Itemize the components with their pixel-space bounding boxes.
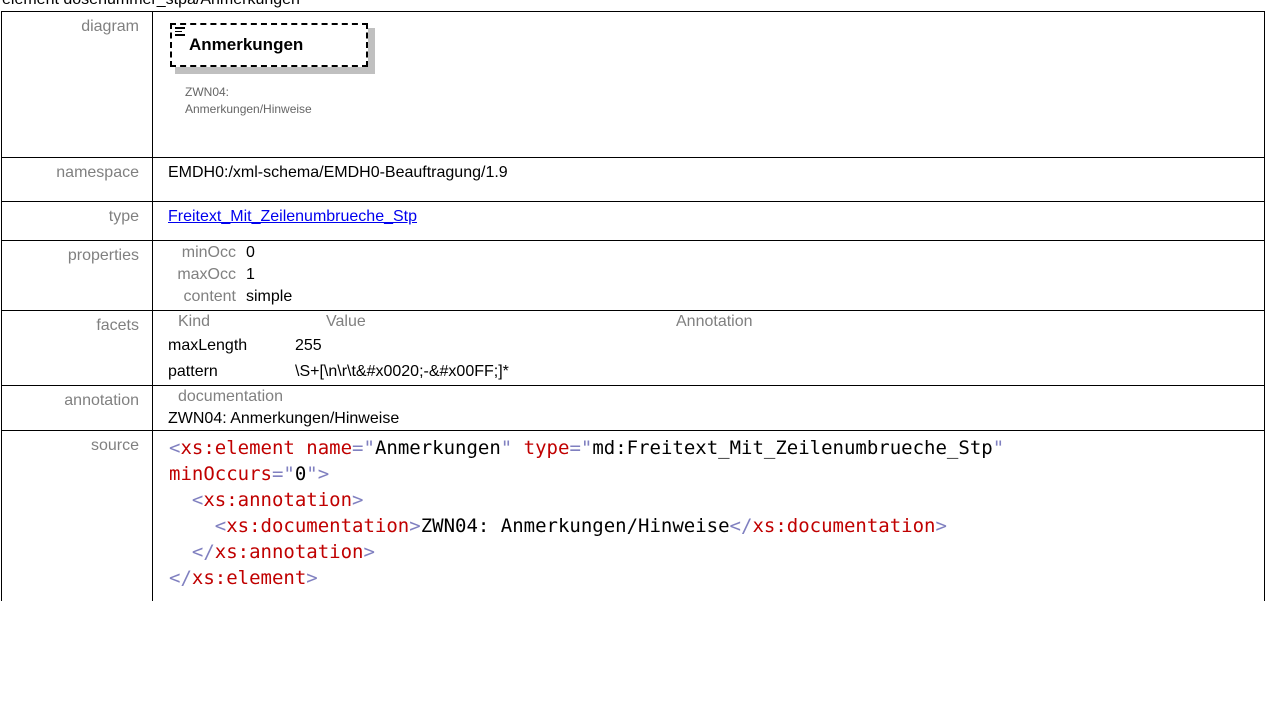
diagram-node-name: Anmerkungen	[189, 35, 304, 54]
properties-label: properties	[1, 240, 153, 311]
source-code: <xs:element name="Anmerkungen" type="md:…	[169, 437, 1005, 589]
property-value: simple	[246, 288, 293, 305]
diagram-element-node[interactable]: Anmerkungen	[170, 23, 380, 76]
property-row: minOcc 0	[168, 242, 1264, 264]
annotation-text: ZWN04: Anmerkungen/Hinweise	[168, 410, 400, 427]
facets-label: facets	[1, 310, 153, 386]
properties-row: properties minOcc 0 maxOcc 1 content sim…	[1, 240, 1265, 311]
property-key: maxOcc	[177, 266, 236, 283]
diagram-node-box: Anmerkungen	[170, 23, 368, 67]
facet-kind: pattern	[168, 363, 218, 380]
diagram-caption: ZWN04: Anmerkungen/Hinweise	[185, 84, 312, 118]
properties-cell: minOcc 0 maxOcc 1 content simple	[152, 240, 1265, 311]
facet-kind: maxLength	[168, 337, 248, 354]
property-row: content simple	[168, 286, 1264, 308]
facet-value: 255	[295, 337, 322, 354]
type-link[interactable]: Freitext_Mit_Zeilenumbrueche_Stp	[168, 208, 417, 225]
facets-header-kind: Kind	[178, 313, 211, 330]
facet-value: \S+[\n\r\t&#x0020;-&#x00FF;]*	[295, 363, 509, 380]
facet-row: maxLength 255	[168, 333, 1264, 359]
type-row: type Freitext_Mit_Zeilenumbrueche_Stp	[1, 201, 1265, 241]
facets-header-annotation: Annotation	[676, 313, 753, 330]
property-value: 0	[246, 244, 255, 261]
properties-list: minOcc 0 maxOcc 1 content simple	[168, 242, 1264, 308]
facets-table: Kind Value Annotation maxLength 255 patt…	[168, 311, 1264, 385]
source-cell: <xs:element name="Anmerkungen" type="md:…	[152, 430, 1265, 601]
facet-row: pattern \S+[\n\r\t&#x0020;-&#x00FF;]*	[168, 359, 1264, 385]
source-label: source	[1, 430, 153, 601]
annotation-title: documentation	[178, 388, 283, 405]
page-heading: element dosenummer_stpa/Anmerkungen	[2, 0, 300, 9]
type-label: type	[1, 201, 153, 241]
diagram-label: diagram	[1, 11, 153, 158]
source-row: source <xs:element name="Anmerkungen" ty…	[1, 430, 1265, 601]
namespace-label: namespace	[1, 157, 153, 202]
property-key: content	[183, 288, 236, 305]
diagram-caption-line: Anmerkungen/Hinweise	[185, 102, 312, 116]
annotation-row: annotation documentation ZWN04: Anmerkun…	[1, 385, 1265, 431]
annotation-cell: documentation ZWN04: Anmerkungen/Hinweis…	[152, 385, 1265, 431]
facets-header: Kind Value Annotation	[178, 311, 1264, 333]
element-list-icon	[175, 27, 185, 39]
diagram-caption-line: ZWN04:	[185, 85, 230, 99]
type-cell: Freitext_Mit_Zeilenumbrueche_Stp	[152, 201, 1265, 241]
facets-header-value: Value	[326, 313, 366, 330]
namespace-value: EMDH0:/xml-schema/EMDH0-Beauftragung/1.9	[152, 157, 1265, 202]
property-value: 1	[246, 266, 255, 283]
facets-row: facets Kind Value Annotation maxLength 2…	[1, 310, 1265, 386]
annotation-label: annotation	[1, 385, 153, 431]
facets-cell: Kind Value Annotation maxLength 255 patt…	[152, 310, 1265, 386]
property-row: maxOcc 1	[168, 264, 1264, 286]
property-key: minOcc	[181, 244, 236, 261]
namespace-row: namespace EMDH0:/xml-schema/EMDH0-Beauft…	[1, 157, 1265, 202]
